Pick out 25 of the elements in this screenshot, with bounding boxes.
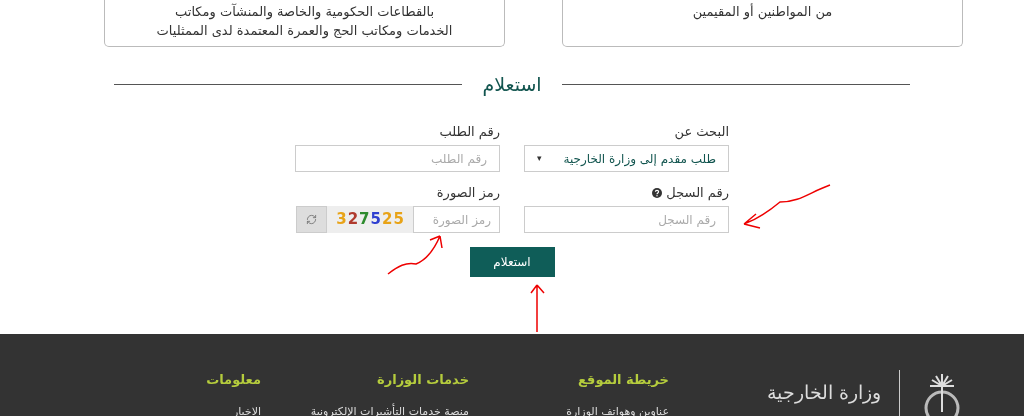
card-text: من المواطنين أو المقيمين [692,2,833,21]
field-label: رقم الطلب [439,123,500,142]
captcha-digit: 7 [359,209,370,231]
captcha-field[interactable]: رمز الصورة [413,206,500,233]
text-field[interactable]: رقم الطلب [295,145,500,172]
section-title: استعلام [481,71,543,98]
inquiry-button[interactable]: استعلام [469,247,555,277]
ministry-logo-text: وزارة الخارجية [765,380,881,406]
card-text: بالقطاعات الحكومية والخاصة والمنشآت ومكاتب [175,2,434,21]
footer-heading: خريطة الموقع [577,371,669,389]
captcha-digit: 2 [381,209,393,231]
refresh-icon [306,214,317,225]
help-icon[interactable] [652,188,663,198]
captcha-digit: 3 [336,209,347,231]
field-label: رقم السجل [666,184,729,203]
text-field[interactable]: رقم السجل [524,206,729,233]
field-label: البحث عن [674,123,729,142]
captcha-digit: 2 [347,209,359,231]
captcha-digit: 5 [370,209,381,231]
card-text: الخدمات ومكاتب الحج والعمرة المعتمدة لدى الممثليات [156,22,453,40]
footer-heading: معلومات [205,371,261,389]
footer-heading: خدمات الوزارة [376,371,469,389]
search-type-dropdown[interactable]: طلب مقدم إلى وزارة الخارجية ▾ [524,145,729,172]
field-label: رمز الصورة [436,184,500,203]
captcha-digit: 5 [393,209,404,231]
